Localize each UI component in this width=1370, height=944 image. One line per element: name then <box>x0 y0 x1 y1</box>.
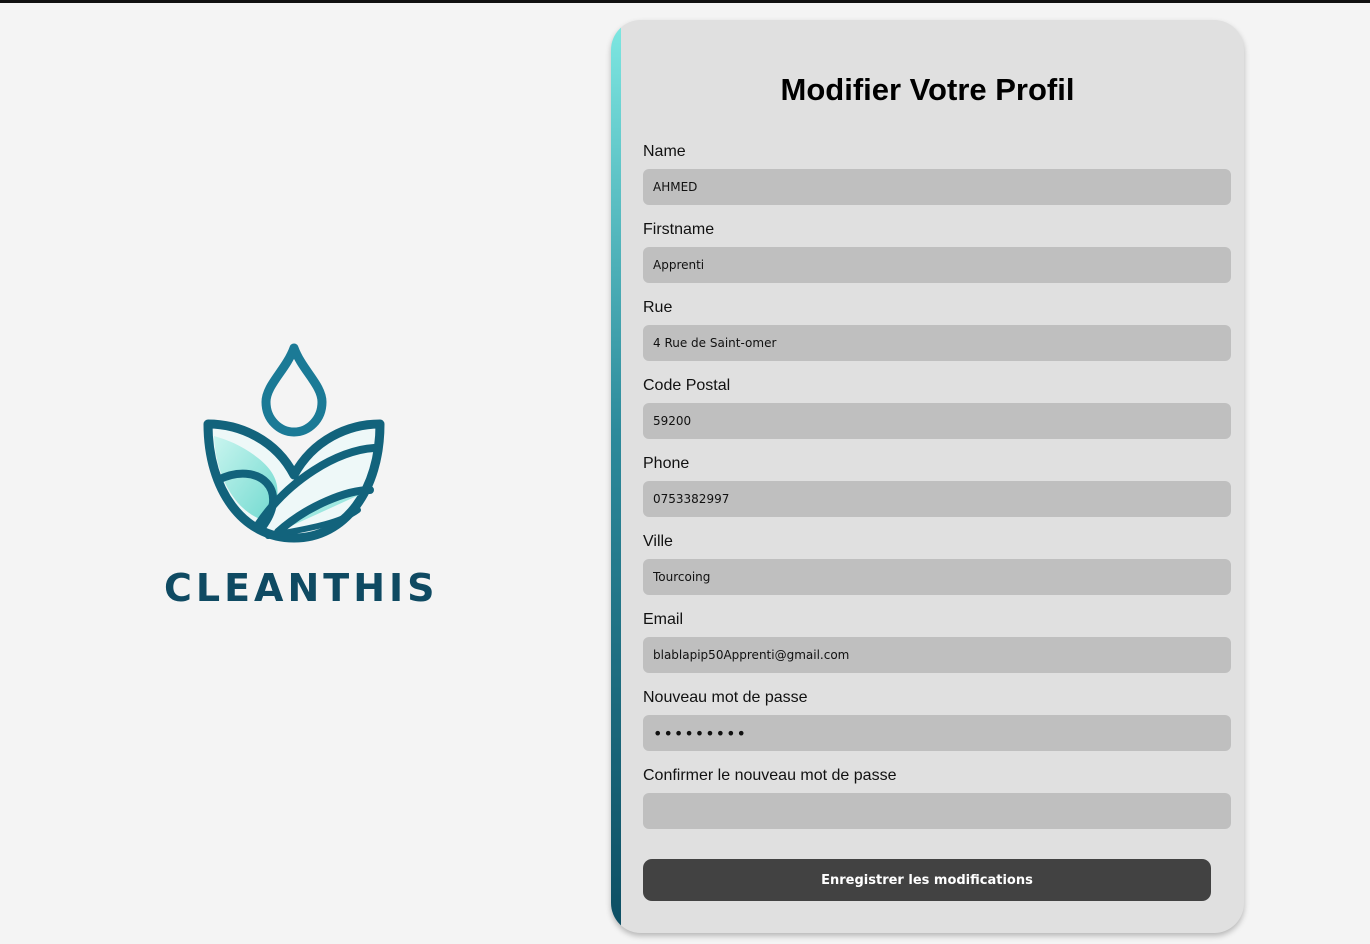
city-label: Ville <box>643 533 673 550</box>
firstname-input[interactable] <box>643 247 1231 283</box>
email-input[interactable] <box>643 637 1231 673</box>
edit-profile-card: Modifier Votre Profil Name Firstname Rue… <box>611 20 1244 933</box>
name-group: Name <box>643 142 1231 205</box>
brand-wordmark: CLEANTHIS <box>164 566 439 610</box>
new-password-input[interactable] <box>643 715 1231 751</box>
new-password-label: Nouveau mot de passe <box>643 689 808 706</box>
email-label: Email <box>643 611 684 628</box>
confirm-password-input[interactable] <box>643 793 1231 829</box>
street-group: Rue <box>643 298 1231 361</box>
confirm-password-group: Confirmer le nouveau mot de passe <box>643 766 1231 829</box>
postal-code-label: Code Postal <box>643 377 731 394</box>
email-group: Email <box>643 610 1231 673</box>
top-border <box>0 0 1370 3</box>
firstname-group: Firstname <box>643 220 1231 283</box>
street-input[interactable] <box>643 325 1231 361</box>
brand-logo: CLEANTHIS <box>150 340 440 620</box>
phone-label: Phone <box>643 455 690 472</box>
name-input[interactable] <box>643 169 1231 205</box>
firstname-label: Firstname <box>643 221 715 238</box>
save-changes-button[interactable]: Enregistrer les modifications <box>643 859 1211 901</box>
street-label: Rue <box>643 299 673 316</box>
phone-group: Phone <box>643 454 1231 517</box>
card-accent-bar <box>611 20 621 933</box>
name-label: Name <box>643 143 686 160</box>
city-group: Ville <box>643 532 1231 595</box>
new-password-group: Nouveau mot de passe <box>643 688 1231 751</box>
phone-input[interactable] <box>643 481 1231 517</box>
lotus-drop-icon <box>203 343 385 543</box>
postal-code-input[interactable] <box>643 403 1231 439</box>
city-input[interactable] <box>643 559 1231 595</box>
page-title: Modifier Votre Profil <box>780 72 1075 107</box>
postal-code-group: Code Postal <box>643 376 1231 439</box>
confirm-password-label: Confirmer le nouveau mot de passe <box>643 767 897 784</box>
